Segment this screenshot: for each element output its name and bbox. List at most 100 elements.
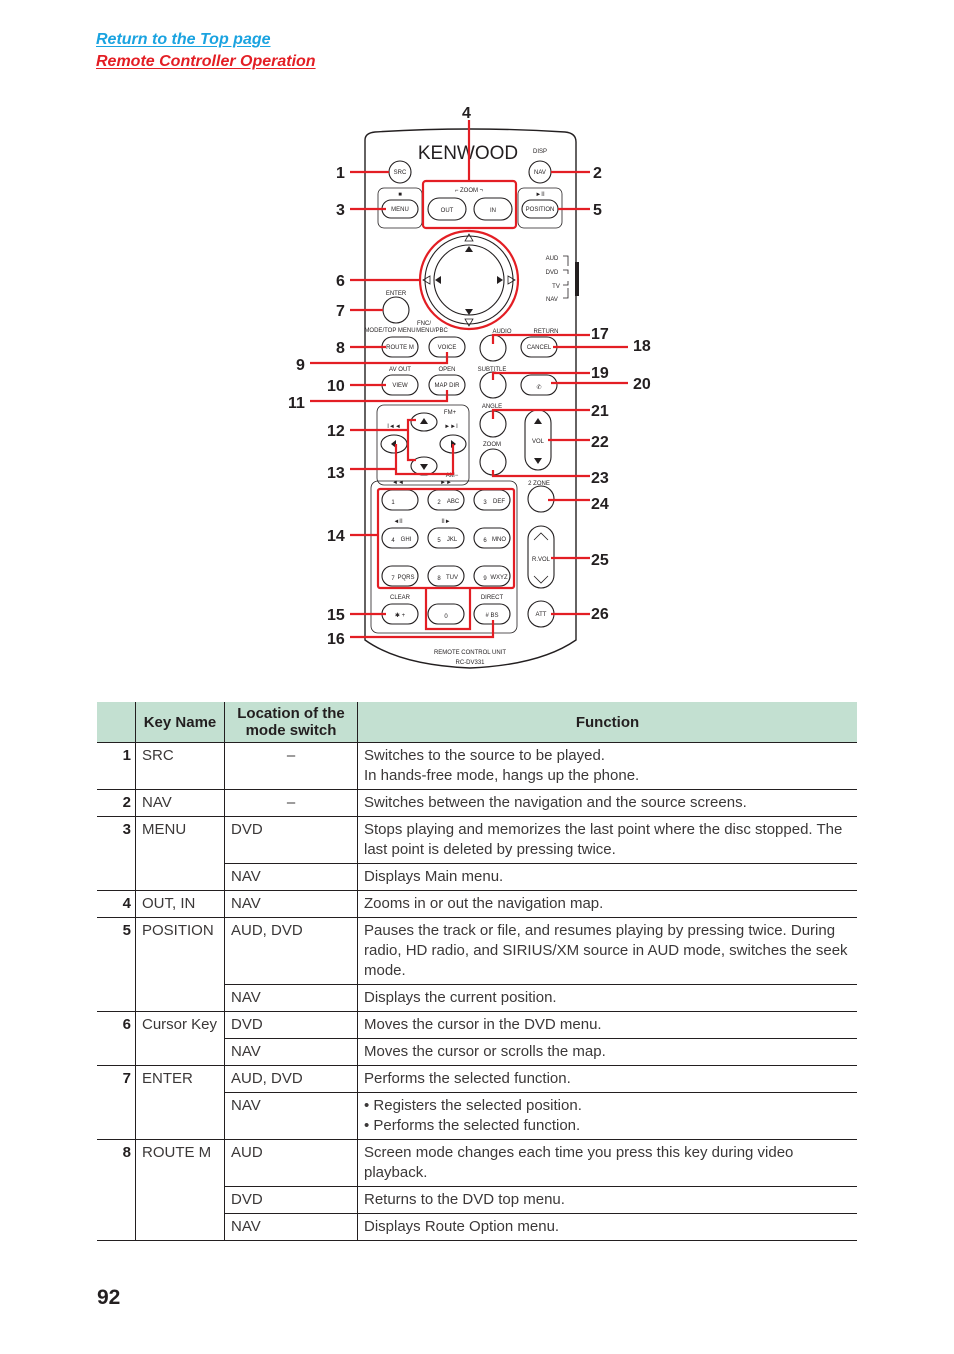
phone-icon: ✆ [536, 384, 541, 391]
key-name: POSITION [135, 917, 225, 1012]
zoom-in-label: IN [490, 208, 496, 214]
remote-key-label: ATT [536, 612, 547, 618]
callout-13: 13 [327, 465, 345, 482]
mode-switch-location: NAV [224, 1092, 358, 1140]
callout-19: 19 [591, 365, 609, 382]
remote-key-label: TUV [446, 575, 458, 581]
key-1[interactable] [381, 489, 419, 511]
function-description: Moves the cursor or scrolls the map. [357, 1038, 857, 1066]
remote-key-label: ROUTE M [386, 345, 414, 351]
cursor-pad[interactable] [433, 244, 505, 316]
row-number: 5 [97, 917, 136, 1012]
callout-21: 21 [591, 403, 609, 420]
mode-switch-location: NAV [224, 890, 358, 918]
function-line: Displays Main menu. [364, 868, 504, 885]
table-row: 4 OUT, IN NAV Zooms in or out the navigatio… [97, 890, 857, 918]
function-line: • Registers the selected position. [364, 1097, 582, 1114]
mode-switch-location: – [224, 789, 358, 817]
remote-key-label: JKL [447, 537, 458, 543]
mode-switch-location: NAV [224, 984, 358, 1012]
callout-10: 10 [327, 378, 345, 395]
zoom-label: ⌐ ZOOM ¬ [455, 188, 484, 194]
function-description: Screen mode changes each time you press … [357, 1139, 857, 1187]
page-number: 92 [97, 1286, 121, 1309]
callout-11: 11 [288, 395, 305, 412]
callout-23: 23 [591, 470, 609, 487]
function-line: Displays Route Option menu. [364, 1218, 560, 1235]
table-row: 6 Cursor Key DVD Moves the cursor in the DV… [97, 1011, 857, 1066]
callout-14: 14 [327, 528, 345, 545]
callout-26: 26 [591, 606, 609, 623]
callout-20: 20 [633, 376, 651, 393]
callout-24: 24 [591, 496, 609, 513]
mode-switch-location: DVD [224, 1011, 358, 1039]
function-line: Pauses the track or file, and resumes pl… [364, 922, 848, 979]
function-line: Zooms in or out the navigation map. [364, 895, 604, 912]
mode-switch-location: DVD [224, 1186, 358, 1214]
remote-key-label: ZOOM [483, 442, 501, 448]
remote-key-label: ◄◄ [392, 480, 404, 486]
col-number [97, 702, 136, 743]
stop-icon: ■ [398, 192, 402, 198]
function-line: Performs the selected function. [364, 1070, 571, 1087]
mode-switch-location: AUD, DVD [224, 1065, 358, 1093]
remote-key-label: VIEW [392, 383, 408, 389]
function-description: Performs the selected function. [357, 1065, 857, 1093]
position-key-label: POSITION [526, 207, 555, 213]
model-caption: REMOTE CONTROL UNIT [434, 650, 506, 656]
remote-key-label: FNC/ [417, 321, 431, 327]
remote-key-label: DEF [493, 499, 505, 505]
remote-key-label: II► [441, 519, 450, 525]
function-description: Switches between the navigation and the … [357, 789, 857, 817]
row-number: 4 [97, 890, 136, 918]
mode-switch-location: NAV [224, 1213, 358, 1241]
remote-key-label: CANCEL [527, 345, 552, 351]
table-row: 5 POSITION AUD, DVD Pauses the track or fil… [97, 917, 857, 1012]
callout-7: 7 [336, 303, 345, 320]
remote-shape [575, 262, 579, 296]
enter-key[interactable] [382, 296, 410, 324]
callout-12: 12 [327, 423, 345, 440]
remote-key-label: ABC [447, 499, 460, 505]
src-key-label: SRC [394, 170, 407, 176]
col-function: Function [357, 702, 857, 743]
function-description: Returns to the DVD top menu. [357, 1186, 857, 1214]
remote-key-label: R.VOL [532, 557, 551, 563]
mode-switch-location: – [224, 742, 358, 790]
mode-switch-location: NAV [224, 863, 358, 891]
col-key-name: Key Name [135, 702, 225, 743]
function-description: Displays the current position. [357, 984, 857, 1012]
remote-key-label: ►►I [444, 424, 458, 430]
remote-key-label: # BS [485, 613, 498, 619]
row-number: 1 [97, 742, 136, 790]
remote-key-label: GHI [401, 537, 412, 543]
callout-15: 15 [327, 607, 345, 624]
mode-switch-location: AUD, DVD [224, 917, 358, 985]
function-description: Moves the cursor in the DVD menu. [357, 1011, 857, 1039]
row-number: 7 [97, 1065, 136, 1140]
table-row: 1 SRC – Switches to the source to be played… [97, 742, 857, 790]
function-line: Stops playing and memorizes the last poi… [364, 821, 843, 858]
function-description: • Registers the selected position. • Perf… [357, 1092, 857, 1140]
menu-key-label: MENU [391, 207, 409, 213]
callout-16: 16 [327, 631, 345, 648]
remote-key-label: MODE/TOP MENU [364, 328, 415, 334]
mode-switch-location: DVD [224, 816, 358, 864]
remote-key-label: OPEN [438, 367, 455, 373]
table-header-row: Key Name Location of the mode switch Fun… [97, 702, 857, 743]
disp-label: DISP [533, 149, 547, 155]
remote-key-label: DVD [546, 270, 559, 276]
remote-key-label: ✱ + [395, 612, 406, 619]
callout-8: 8 [336, 340, 345, 357]
remote-key-label: PQRS [397, 575, 414, 581]
remote-controller-diagram: KENWOOD DISP SRC NAV ■ MENU ⌐ ZOOM ¬ OUT… [288, 105, 651, 669]
row-number: 6 [97, 1011, 136, 1066]
function-line: Returns to the DVD top menu. [364, 1191, 565, 1208]
callout-5: 5 [593, 202, 602, 219]
remote-key-label: DIRECT [481, 595, 504, 601]
function-description: Switches to the source to be played. In h… [357, 742, 857, 790]
key-name: NAV [135, 789, 225, 817]
callout-18: 18 [633, 338, 651, 355]
callout-17: 17 [591, 326, 609, 343]
table-row: 8 ROUTE M AUD Screen mode changes each time… [97, 1139, 857, 1241]
